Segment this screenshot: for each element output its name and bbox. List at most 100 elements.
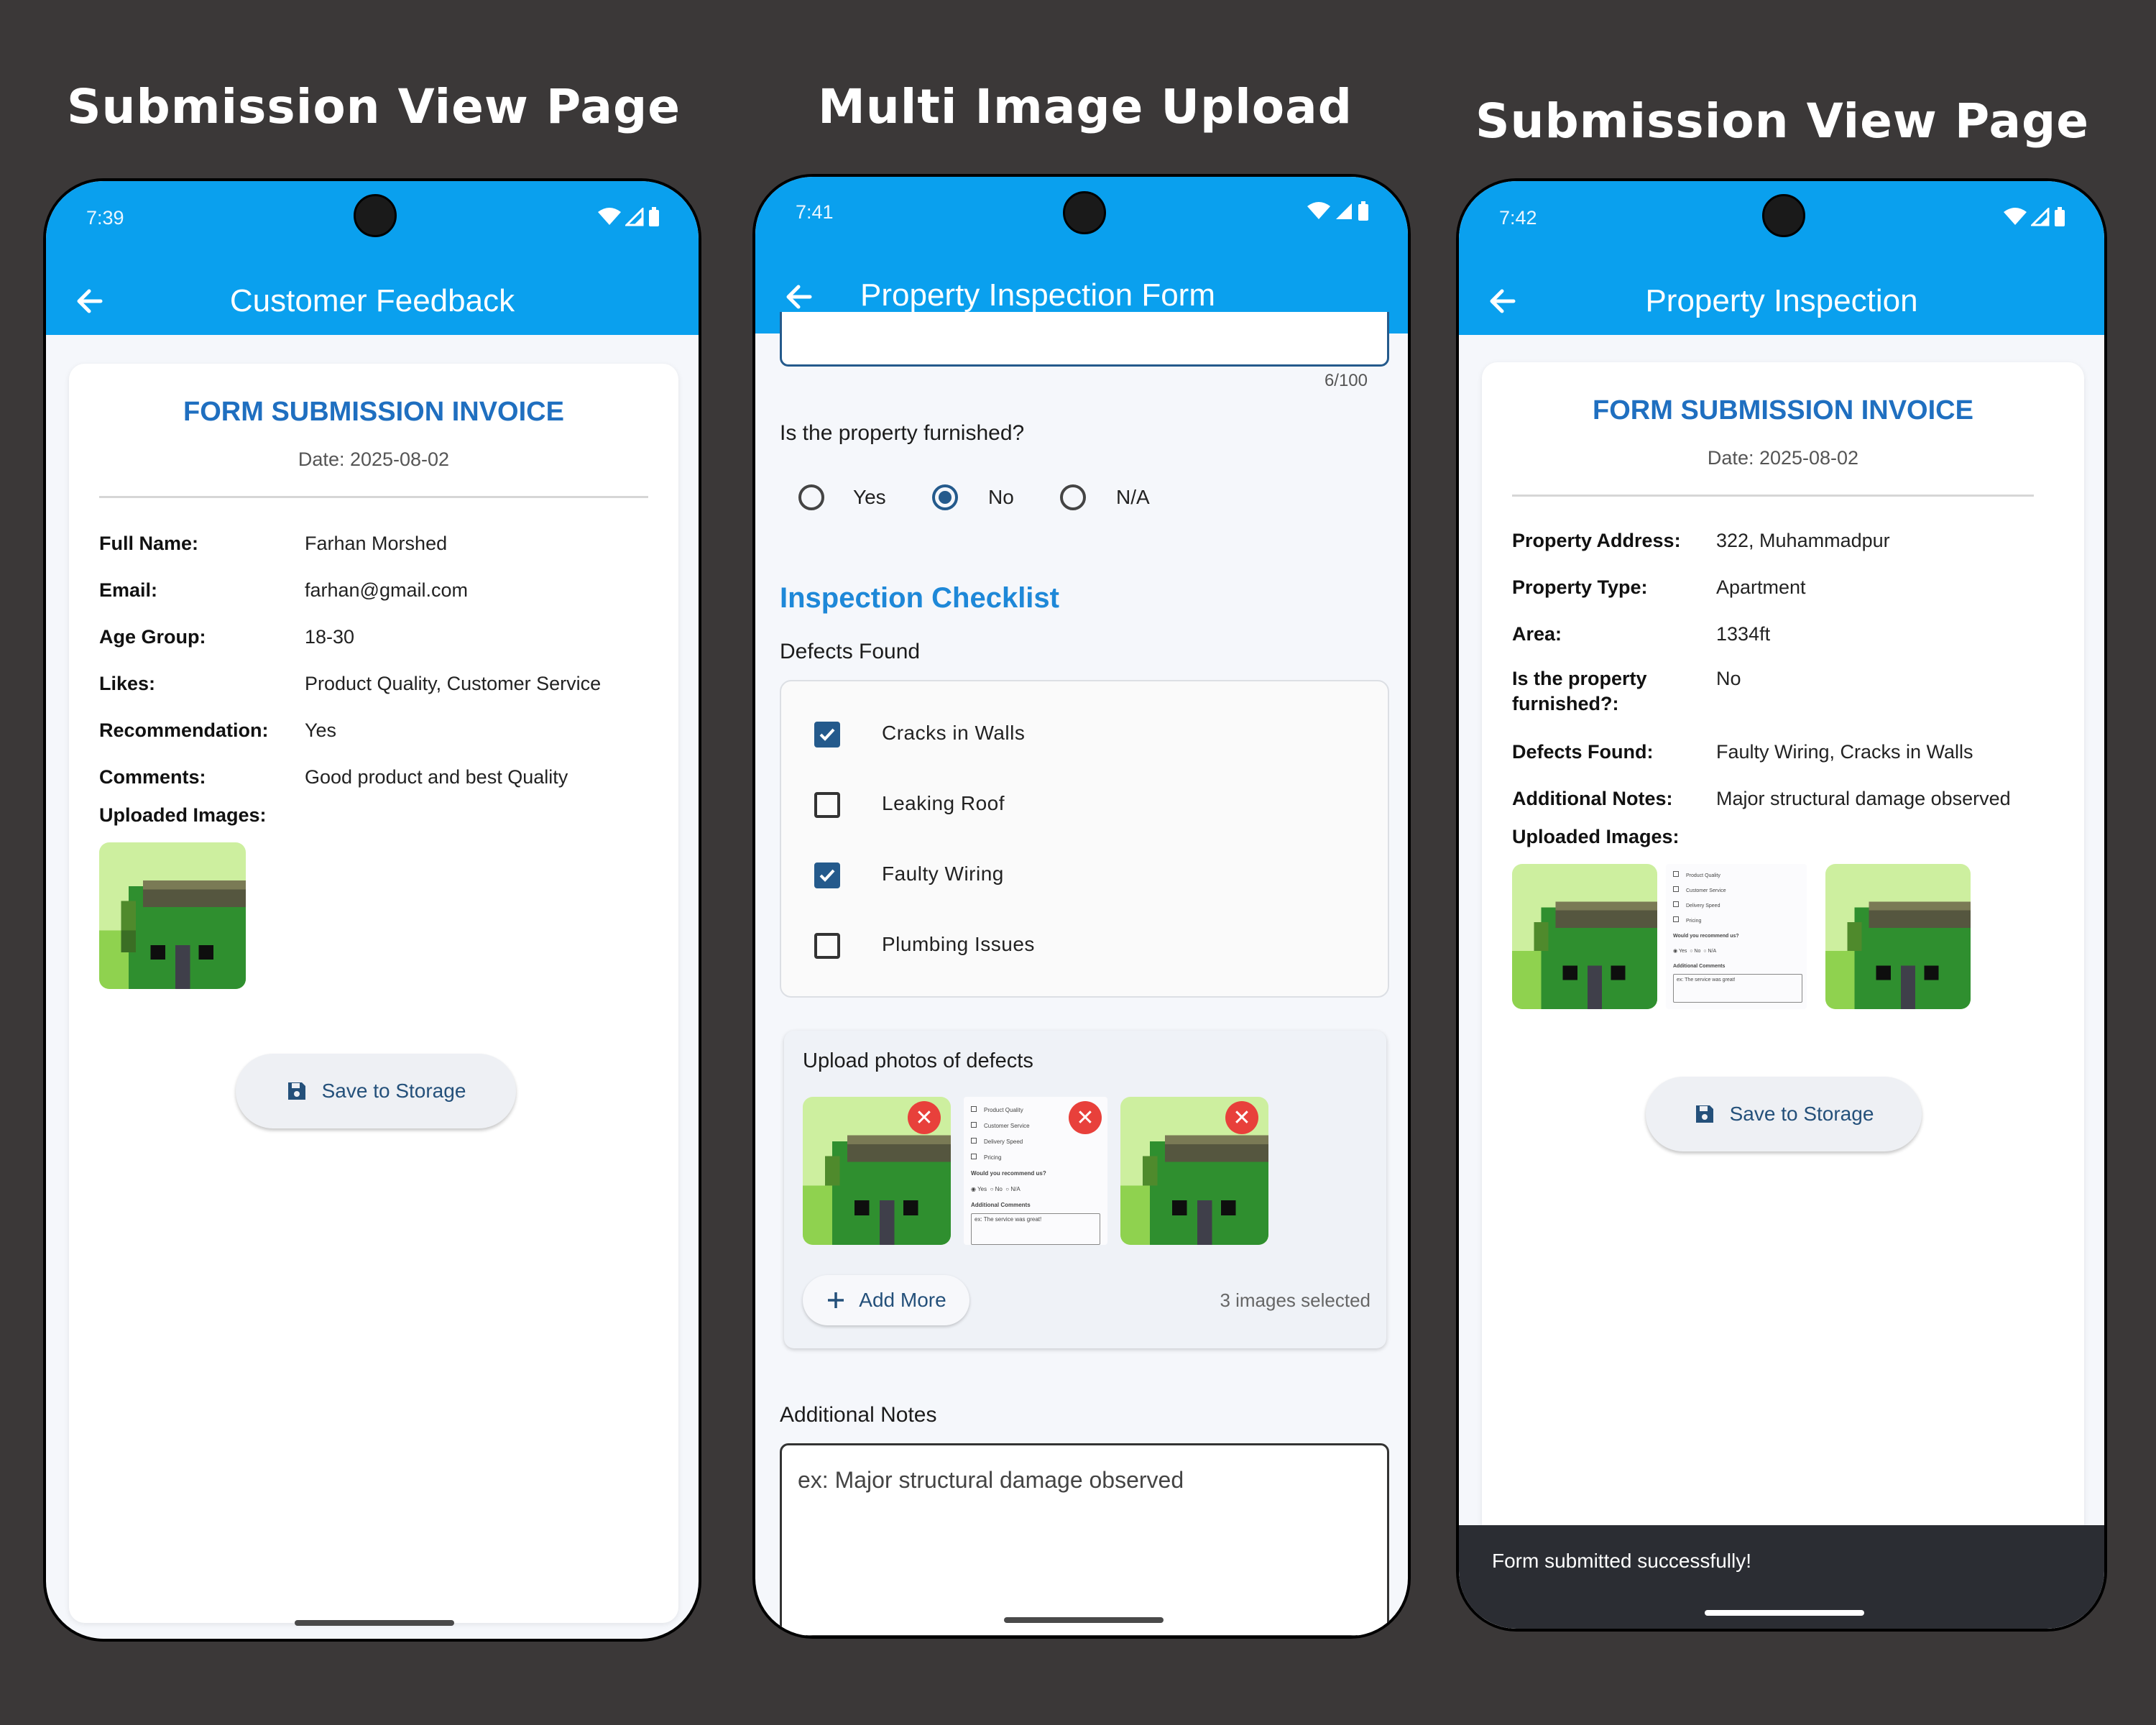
uploaded-image-1[interactable]	[1512, 864, 1657, 1009]
mini-answers: ◉ Yes ○ No ○ N/A	[1673, 949, 1717, 954]
plus-icon	[828, 1292, 844, 1308]
label-additional-notes: Additional Notes:	[1512, 788, 1673, 809]
remove-photo-3-button[interactable]: ✕	[1225, 1101, 1258, 1134]
label-property-address: Property Address:	[1512, 530, 1681, 551]
battery-icon	[1358, 201, 1368, 221]
signal-icon	[2031, 208, 2050, 226]
pixel-house-image	[99, 842, 246, 989]
invoice-date: Date: 2025-08-02	[298, 448, 450, 470]
furnished-option-na[interactable]: N/A	[1060, 484, 1150, 510]
mini-option: Product Quality	[1673, 868, 1802, 883]
close-icon: ✕	[915, 1105, 934, 1130]
app-bar: Customer Feedback	[46, 267, 699, 335]
label-defects-found: Defects Found:	[1512, 741, 1654, 763]
remove-photo-2-button[interactable]: ✕	[1069, 1101, 1102, 1134]
heading-submission-view-2: Submission View Page	[1475, 93, 2090, 149]
label-age-group: Age Group:	[99, 626, 206, 648]
inspection-checklist-heading: Inspection Checklist	[780, 582, 1059, 614]
value-age-group: 18-30	[305, 626, 355, 648]
checkbox-faulty-wiring[interactable]	[814, 862, 840, 888]
value-likes: Product Quality, Customer Service	[305, 673, 602, 694]
value-property-address: 322, Muhammadpur	[1716, 530, 1890, 551]
label-plumbing-issues: Plumbing Issues	[882, 933, 1035, 955]
defects-checklist-box: Cracks in Walls Leaking Roof Faulty Wiri…	[780, 680, 1389, 998]
value-additional-notes: Major structural damage observed	[1716, 788, 2011, 809]
text-field-partial[interactable]	[780, 312, 1389, 367]
wifi-icon	[598, 208, 621, 225]
mini-answers: ◉ Yes ○ No ○ N/A	[971, 1186, 1021, 1192]
checkbox-leaking-roof[interactable]	[814, 792, 840, 818]
uploaded-image-2-screenshot[interactable]: Product Quality Customer Service Deliver…	[1666, 864, 1807, 1009]
invoice-card: FORM SUBMISSION INVOICE Date: 2025-08-02…	[69, 364, 678, 1623]
additional-notes-placeholder: ex: Major structural damage observed	[798, 1467, 1184, 1493]
value-defects-found: Faulty Wiring, Cracks in Walls	[1716, 741, 1973, 763]
save-button-label: Save to Storage	[321, 1080, 466, 1102]
radio-na[interactable]	[1060, 484, 1086, 510]
label-area: Area:	[1512, 623, 1562, 645]
app-bar: Property Inspection	[1459, 267, 2104, 335]
phone-property-inspection: 7:42 Property Inspection FORM SUBMISSION…	[1456, 178, 2107, 1632]
home-indicator	[1004, 1617, 1164, 1623]
back-arrow-icon[interactable]	[781, 279, 817, 315]
radio-no-label: No	[988, 486, 1014, 508]
status-bar: 7:41	[755, 177, 1408, 263]
uploaded-image-3[interactable]	[1825, 864, 1971, 1009]
label-recommendation: Recommendation:	[99, 719, 269, 741]
signal-icon	[1336, 203, 1352, 219]
checkbox-plumbing-issues[interactable]	[814, 933, 840, 959]
system-icons	[1307, 201, 1369, 221]
furnished-option-no[interactable]: No	[932, 484, 1014, 510]
app-bar-title: Property Inspection Form	[860, 277, 1215, 313]
label-is-furnished-line1: Is the property	[1512, 668, 1647, 689]
radio-na-label: N/A	[1116, 486, 1150, 508]
label-uploaded-images: Uploaded Images:	[1512, 826, 1680, 847]
mini-question: Would you recommend us?	[971, 1170, 1046, 1177]
add-more-button[interactable]: Add More	[803, 1275, 969, 1325]
status-time: 7:41	[796, 201, 834, 223]
label-comments: Comments:	[99, 766, 206, 788]
battery-icon	[2055, 207, 2065, 226]
checkbox-cracks-in-walls[interactable]	[814, 722, 840, 748]
camera-notch	[1063, 191, 1106, 234]
remove-photo-1-button[interactable]: ✕	[908, 1101, 941, 1134]
value-comments: Good product and best Quality	[305, 766, 568, 788]
heading-submission-view-1: Submission View Page	[66, 79, 681, 134]
close-icon: ✕	[1076, 1105, 1095, 1130]
label-is-furnished-line2: furnished?:	[1512, 693, 1619, 714]
wifi-icon	[2004, 208, 2027, 225]
invoice-divider	[99, 496, 648, 498]
status-time: 7:42	[1499, 207, 1537, 229]
system-icons	[2004, 207, 2065, 227]
label-likes: Likes:	[99, 673, 156, 694]
radio-no-selected[interactable]	[932, 484, 958, 510]
value-recommendation: Yes	[305, 719, 337, 741]
save-icon	[1695, 1105, 1713, 1123]
camera-notch	[1762, 194, 1805, 237]
snackbar-message: Form submitted successfully!	[1492, 1550, 1751, 1572]
home-indicator	[295, 1620, 454, 1626]
wifi-icon	[1307, 202, 1330, 219]
mini-option: Delivery Speed	[971, 1134, 1100, 1150]
mini-option: Pricing	[971, 1150, 1100, 1166]
furnished-option-yes[interactable]: Yes	[798, 484, 886, 510]
mini-form-preview: Product Quality Customer Service Deliver…	[1673, 868, 1802, 1003]
save-to-storage-button[interactable]: Save to Storage	[1646, 1077, 1922, 1151]
mini-option: Customer Service	[1673, 883, 1802, 898]
character-counter: 6/100	[1324, 371, 1368, 390]
status-time: 7:39	[86, 207, 124, 229]
mini-option: Delivery Speed	[1673, 898, 1802, 914]
signal-icon	[625, 208, 644, 226]
label-uploaded-images: Uploaded Images:	[99, 804, 267, 826]
radio-yes[interactable]	[798, 484, 824, 510]
save-to-storage-button[interactable]: Save to Storage	[236, 1054, 516, 1128]
invoice-date: Date: 2025-08-02	[1707, 447, 1859, 469]
value-is-furnished: No	[1716, 668, 1741, 689]
label-property-type: Property Type:	[1512, 576, 1648, 598]
phone-customer-feedback: 7:39 Customer Feedback FORM SUBMISSION I…	[43, 178, 701, 1642]
uploaded-image-thumbnail[interactable]	[99, 842, 246, 989]
invoice-title: FORM SUBMISSION INVOICE	[183, 397, 564, 427]
add-more-label: Add More	[859, 1289, 946, 1311]
phone-property-inspection-form: 7:41 Property Inspection Form 6/100 Is t…	[752, 174, 1411, 1639]
value-full-name: Farhan Morshed	[305, 533, 448, 554]
additional-notes-field[interactable]: ex: Major structural damage observed	[780, 1443, 1389, 1636]
